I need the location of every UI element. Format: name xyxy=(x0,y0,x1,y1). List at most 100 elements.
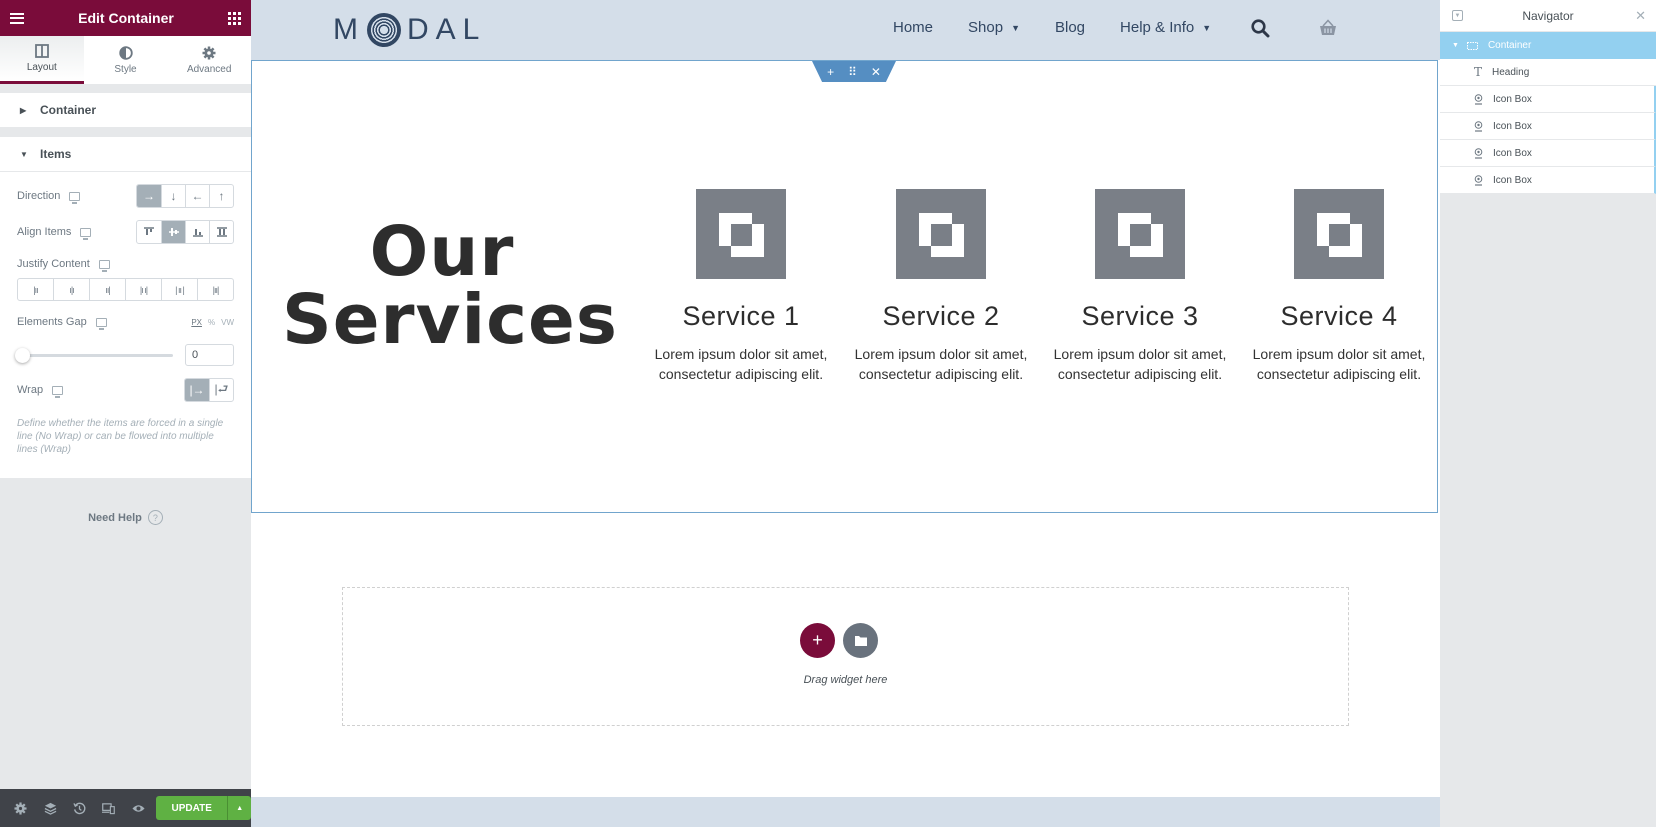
section-items-toggle[interactable]: ▼ Items xyxy=(0,137,251,172)
tab-layout-label: Layout xyxy=(26,62,57,73)
direction-row-reverse-button[interactable]: ← xyxy=(185,185,209,207)
unit-px[interactable]: PX xyxy=(191,318,202,327)
service-text: Lorem ipsum dolor sit amet, consectetur … xyxy=(654,346,828,382)
justify-content-choices: |ıı ı|ı ıı| |ı ı| | ıı | |ıı| xyxy=(17,278,234,301)
navigator-item-container[interactable]: ▼ Container xyxy=(1440,32,1656,59)
nav-help-info[interactable]: Help & Info ▼ xyxy=(1120,19,1211,36)
menu-icon[interactable] xyxy=(10,12,24,24)
delete-icon[interactable]: ✕ xyxy=(871,65,881,79)
icon-box-icon xyxy=(1474,147,1483,159)
justify-start-button[interactable]: |ıı xyxy=(18,279,53,300)
update-button[interactable]: UPDATE xyxy=(155,796,228,820)
wrap-control: Wrap |→ |⮐ xyxy=(17,371,234,409)
navigator-button[interactable] xyxy=(35,789,64,827)
elements-gap-label: Elements Gap xyxy=(17,316,87,328)
wrap-icon: |⮐ xyxy=(214,381,229,396)
caret-down-icon[interactable]: ▼ xyxy=(1452,42,1459,49)
layers-icon xyxy=(44,802,56,815)
slider-handle[interactable] xyxy=(15,347,30,363)
nav-home[interactable]: Home xyxy=(893,19,933,36)
add-element-icon[interactable]: + xyxy=(827,65,834,79)
align-stretch-icon xyxy=(216,227,227,237)
navigator-item-icon-box[interactable]: Icon Box xyxy=(1440,167,1656,194)
search-icon[interactable] xyxy=(1251,19,1270,38)
elements-gap-input[interactable] xyxy=(185,344,234,366)
need-help-link[interactable]: Need Help ? xyxy=(0,510,251,525)
nav-blog[interactable]: Blog xyxy=(1055,19,1085,36)
items-section-body: Direction → ↓ ← ↑ Align Items Justify Co… xyxy=(0,172,251,478)
settings-icon xyxy=(14,801,27,815)
unit-percent[interactable]: % xyxy=(208,318,215,327)
wrap-button[interactable]: |⮐ xyxy=(209,379,233,401)
icon-box[interactable]: Service 1 Lorem ipsum dolor sit amet, co… xyxy=(641,189,841,384)
align-middle-icon xyxy=(168,228,179,236)
elements-gap-slider-row xyxy=(15,339,234,371)
responsive-desktop-icon[interactable] xyxy=(52,385,64,398)
basket-icon[interactable] xyxy=(1319,19,1337,37)
drag-handle-icon[interactable]: ⠿ xyxy=(848,65,857,79)
justify-space-evenly-button[interactable]: |ıı| xyxy=(197,279,233,300)
container-icon xyxy=(1466,41,1478,50)
justify-center-button[interactable]: ı|ı xyxy=(53,279,89,300)
align-items-label: Align Items xyxy=(17,226,72,238)
service-title: Service 1 xyxy=(682,301,800,331)
site-logo[interactable]: M DAL xyxy=(333,13,486,47)
direction-control: Direction → ↓ ← ↑ xyxy=(17,178,234,214)
tab-advanced[interactable]: Advanced xyxy=(167,36,251,84)
close-icon[interactable]: ✕ xyxy=(1635,8,1646,24)
justify-space-between-button[interactable]: |ı ı| xyxy=(125,279,161,300)
nav-shop[interactable]: Shop ▼ xyxy=(968,19,1020,36)
gear-icon xyxy=(202,46,216,59)
navigator-item-icon-box[interactable]: Icon Box xyxy=(1440,86,1656,113)
add-section-button[interactable]: + xyxy=(800,623,835,658)
align-start-button[interactable] xyxy=(137,221,161,243)
icon-box[interactable]: Service 3 Lorem ipsum dolor sit amet, co… xyxy=(1040,189,1240,384)
add-template-button[interactable] xyxy=(843,623,878,658)
direction-row-button[interactable]: → xyxy=(137,185,161,207)
collapse-all-icon[interactable]: ▼ xyxy=(1452,10,1463,21)
widgets-grid-icon[interactable] xyxy=(227,11,241,25)
elements-gap-slider[interactable] xyxy=(15,347,173,363)
navigator-item-icon-box[interactable]: Icon Box xyxy=(1440,140,1656,167)
caret-down-icon: ▼ xyxy=(1011,22,1020,33)
tab-style[interactable]: Style xyxy=(84,36,168,84)
responsive-desktop-icon[interactable] xyxy=(95,317,107,330)
empty-drop-zone[interactable]: + Drag widget here xyxy=(342,587,1349,726)
navigator-item-icon-box[interactable]: Icon Box xyxy=(1440,113,1656,140)
unit-vw[interactable]: VW xyxy=(221,318,234,327)
history-button[interactable] xyxy=(65,789,94,827)
justify-space-around-button[interactable]: | ıı | xyxy=(161,279,197,300)
justify-end-button[interactable]: ıı| xyxy=(89,279,125,300)
question-icon: ? xyxy=(147,510,163,525)
navigator-item-heading[interactable]: T Heading xyxy=(1440,59,1656,86)
direction-column-button[interactable]: ↓ xyxy=(161,185,185,207)
service-title: Service 4 xyxy=(1280,301,1398,331)
services-heading[interactable]: Our Services xyxy=(282,218,617,355)
selected-container[interactable]: + ⠿ ✕ Our Services Service 1 Lorem ipsum… xyxy=(251,60,1438,513)
no-wrap-button[interactable]: |→ xyxy=(185,379,209,401)
responsive-desktop-icon[interactable] xyxy=(69,191,81,204)
align-items-control: Align Items xyxy=(17,214,234,250)
icon-box-icon xyxy=(1474,174,1483,186)
service-title: Service 3 xyxy=(1081,301,1199,331)
wrap-description: Define whether the items are forced in a… xyxy=(17,418,224,455)
responsive-desktop-icon[interactable] xyxy=(98,259,110,272)
responsive-mode-button[interactable] xyxy=(94,789,123,827)
icon-box[interactable]: Service 4 Lorem ipsum dolor sit amet, co… xyxy=(1239,189,1439,384)
icon-box-icon xyxy=(1474,120,1483,132)
text-heading-icon: T xyxy=(1474,65,1483,79)
settings-button[interactable] xyxy=(6,789,35,827)
update-options-button[interactable]: ▲ xyxy=(227,796,251,820)
responsive-desktop-icon[interactable] xyxy=(80,227,92,240)
align-end-button[interactable] xyxy=(185,221,209,243)
service-icon xyxy=(896,189,986,279)
preview-icon xyxy=(132,804,145,812)
tab-layout[interactable]: Layout xyxy=(0,36,84,84)
preview-button[interactable] xyxy=(124,789,153,827)
section-container-toggle[interactable]: ▶ Container xyxy=(0,93,251,128)
section-items-label: Items xyxy=(40,147,72,161)
align-stretch-button[interactable] xyxy=(209,221,233,243)
align-center-button[interactable] xyxy=(161,221,185,243)
icon-box[interactable]: Service 2 Lorem ipsum dolor sit amet, co… xyxy=(841,189,1041,384)
direction-column-reverse-button[interactable]: ↑ xyxy=(209,185,233,207)
